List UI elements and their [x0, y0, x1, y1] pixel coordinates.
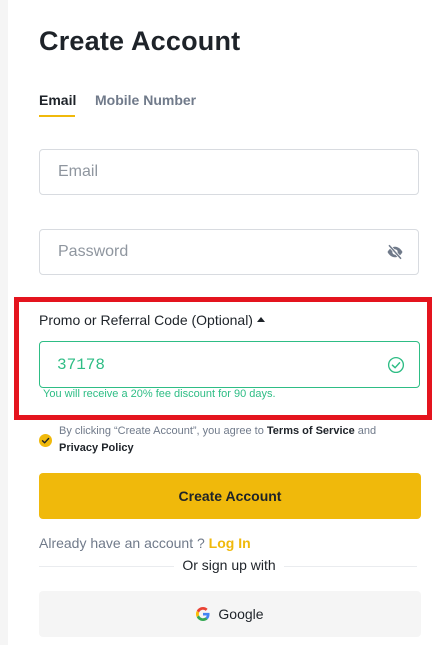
- password-field-wrapper: [39, 229, 419, 275]
- or-sign-up-label: Or sign up with: [0, 557, 446, 573]
- promo-code-toggle[interactable]: Promo or Referral Code (Optional): [39, 312, 265, 328]
- email-field-wrapper: [39, 149, 419, 195]
- promo-field-wrapper: [39, 341, 420, 388]
- login-prompt: Already have an account ? Log In: [39, 535, 251, 551]
- promo-discount-hint: You will receive a 20% fee discount for …: [43, 388, 276, 400]
- active-tab-indicator: [39, 115, 75, 117]
- email-input[interactable]: [58, 150, 378, 194]
- caret-up-icon: [256, 317, 265, 322]
- agreement-text: By clicking “Create Account”, you agree …: [59, 423, 409, 457]
- promo-code-label: Promo or Referral Code (Optional): [39, 312, 253, 328]
- google-icon: [196, 607, 210, 621]
- terms-of-service-link[interactable]: Terms of Service: [267, 425, 355, 437]
- eye-off-icon[interactable]: [386, 243, 404, 261]
- checkmark-icon: [41, 437, 50, 444]
- page-title: Create Account: [39, 26, 241, 56]
- password-input[interactable]: [58, 230, 378, 274]
- check-circle-icon: [387, 356, 405, 374]
- promo-code-input[interactable]: [57, 342, 357, 387]
- agreement-prefix: By clicking “Create Account”, you agree …: [59, 425, 267, 437]
- login-prompt-text: Already have an account ?: [39, 535, 209, 551]
- create-account-button[interactable]: Create Account: [39, 473, 421, 519]
- or-sign-up-text: Or sign up with: [174, 557, 284, 573]
- tab-email[interactable]: Email: [39, 92, 76, 108]
- page-left-edge: [0, 0, 8, 645]
- privacy-policy-link[interactable]: Privacy Policy: [59, 442, 134, 454]
- agree-checkbox[interactable]: [39, 434, 52, 447]
- agreement-conjunction: and: [354, 425, 377, 437]
- tab-mobile-number[interactable]: Mobile Number: [95, 92, 196, 108]
- google-button-label: Google: [218, 606, 264, 622]
- google-signup-button[interactable]: Google: [39, 591, 421, 637]
- login-link[interactable]: Log In: [209, 535, 251, 551]
